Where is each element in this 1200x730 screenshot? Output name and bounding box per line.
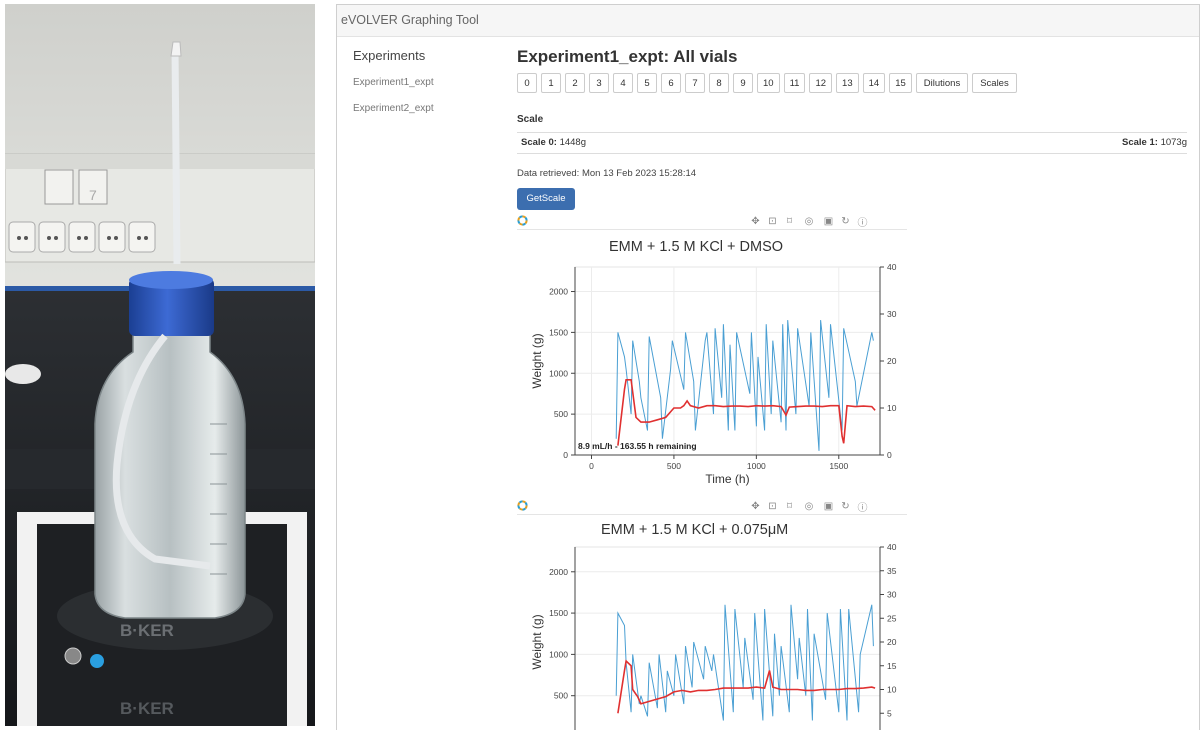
y2-tick-label: 40	[887, 262, 897, 272]
page-title: Experiment1_expt: All vials	[517, 47, 738, 66]
y-axis-label: Weight (g)	[530, 614, 544, 669]
sidebar-header: Experiments	[353, 48, 426, 63]
bottle-on-stirrer-image: 7 B·KER B·KER	[5, 4, 315, 726]
y2-tick-label: 5	[887, 708, 892, 718]
y-tick-label: 1000	[549, 368, 568, 378]
tab-vial-3[interactable]: 3	[589, 73, 609, 93]
toolbar-divider	[517, 514, 907, 515]
hover-icon[interactable]: ◎	[801, 216, 817, 227]
tab-vial-11[interactable]: 11	[783, 73, 806, 93]
y-tick-label: 1500	[549, 608, 568, 618]
tab-vial-15[interactable]: 15	[889, 73, 912, 93]
y2-tick-label: 40	[887, 542, 897, 552]
help-icon[interactable]: ⓘ	[857, 214, 868, 229]
wheel-zoom-icon[interactable]: ⌑	[784, 501, 795, 512]
app-title: eVOLVER Graphing Tool	[337, 5, 1199, 37]
y-tick-label: 500	[554, 409, 568, 419]
y-tick-label: 500	[554, 691, 568, 701]
data-retrieved-timestamp: Data retrieved: Mon 13 Feb 2023 15:28:14	[517, 168, 697, 179]
tab-vial-1[interactable]: 1	[541, 73, 561, 93]
svg-text:7: 7	[89, 187, 97, 203]
graphing-tool-window: eVOLVER Graphing Tool Experiments Experi…	[336, 4, 1200, 730]
svg-text:B·KER: B·KER	[120, 699, 174, 718]
chart1-plot[interactable]: 0 500 1000 1500 0 500 1000 1500 2000 0 10 20 30 40 Wei…	[515, 255, 915, 495]
y-tick-label: 2000	[549, 287, 568, 297]
y-tick-label: 1500	[549, 327, 568, 337]
scale0-value: 1448g	[559, 137, 586, 148]
y2-tick-label: 10	[887, 403, 897, 413]
sidebar-item-experiment2[interactable]: Experiment2_expt	[353, 103, 434, 114]
y2-tick-label: 20	[887, 637, 897, 647]
chart1-title: EMM + 1.5 M KCl + DMSO	[609, 239, 784, 255]
x-tick-label: 500	[667, 461, 681, 471]
scale-readings: Scale 0: 1448g Scale 1: 1073g	[517, 132, 1187, 154]
tab-vial-4[interactable]: 4	[613, 73, 633, 93]
chart2-title: EMM + 1.5 M KCl + 0.075μM	[601, 522, 789, 538]
chart2-toolbar: ✥ ⊡ ⌑ ◎ ▣ ↻ ⓘ	[750, 499, 868, 514]
scale0-label: Scale 0:	[521, 137, 557, 148]
scale0-reading: Scale 0: 1448g	[521, 133, 586, 153]
x-tick-label: 1500	[829, 461, 848, 471]
box-zoom-icon[interactable]: ⊡	[767, 216, 778, 227]
tab-vial-9[interactable]: 9	[733, 73, 753, 93]
scale-section-header: Scale	[517, 114, 544, 125]
tab-vial-14[interactable]: 14	[862, 73, 886, 93]
rate-annotation: 8.9 mL/h - 163.55 h remaining	[578, 441, 697, 451]
getscale-button[interactable]: GetScale	[517, 188, 575, 210]
chart1-toolbar: ✥ ⊡ ⌑ ◎ ▣ ↻ ⓘ	[750, 214, 868, 229]
scale1-value: 1073g	[1160, 137, 1187, 148]
chart2-plot[interactable]: 500 1000 1500 2000 5 10 15 20 25 30 35 40 Weight (g)…	[515, 537, 915, 730]
y2-tick-label: 35	[887, 566, 897, 576]
tab-scales[interactable]: Scales	[972, 73, 1017, 93]
x-axis-label: Time (h)	[705, 472, 749, 486]
tab-vial-8[interactable]: 8	[709, 73, 729, 93]
y-tick-label: 1000	[549, 649, 568, 659]
wheel-zoom-icon[interactable]: ⌑	[784, 216, 795, 227]
y2-tick-label: 30	[887, 590, 897, 600]
x-tick-label: 1000	[747, 461, 766, 471]
y2-tick-label: 25	[887, 613, 897, 623]
svg-text:B·KER: B·KER	[120, 621, 174, 640]
vial-tabs: 0 1 2 3 4 5 6 7 8 9 10 11 12 13 14 15 Di…	[517, 73, 1017, 93]
lab-photo: 7 B·KER B·KER	[5, 4, 315, 726]
tab-vial-7[interactable]: 7	[685, 73, 705, 93]
tab-vial-12[interactable]: 12	[809, 73, 833, 93]
y2-tick-label: 10	[887, 685, 897, 695]
help-icon[interactable]: ⓘ	[857, 499, 868, 514]
secondary-series-line	[617, 379, 876, 446]
toolbar-divider	[517, 229, 907, 230]
save-icon[interactable]: ▣	[823, 501, 834, 512]
box-zoom-icon[interactable]: ⊡	[767, 501, 778, 512]
pan-icon[interactable]: ✥	[750, 216, 761, 227]
y2-tick-label: 30	[887, 309, 897, 319]
sidebar-item-experiment1[interactable]: Experiment1_expt	[353, 77, 434, 88]
tab-vial-0[interactable]: 0	[517, 73, 537, 93]
reset-icon[interactable]: ↻	[840, 501, 851, 512]
x-tick-label: 0	[589, 461, 594, 471]
bokeh-logo-icon	[517, 500, 528, 511]
reset-icon[interactable]: ↻	[840, 216, 851, 227]
hover-icon[interactable]: ◎	[801, 501, 817, 512]
weight-series-line	[615, 320, 874, 451]
y2-tick-label: 15	[887, 661, 897, 671]
tab-dilutions[interactable]: Dilutions	[915, 73, 969, 93]
tab-vial-6[interactable]: 6	[661, 73, 681, 93]
tab-vial-5[interactable]: 5	[637, 73, 657, 93]
tab-vial-2[interactable]: 2	[565, 73, 585, 93]
y2-tick-label: 20	[887, 356, 897, 366]
tab-vial-13[interactable]: 13	[836, 73, 859, 93]
scale1-label: Scale 1:	[1122, 137, 1158, 148]
y-axis-label: Weight (g)	[530, 333, 544, 388]
weight-series-line	[615, 604, 874, 721]
pan-icon[interactable]: ✥	[750, 501, 761, 512]
save-icon[interactable]: ▣	[823, 216, 834, 227]
y-tick-label: 0	[563, 450, 568, 460]
bokeh-logo-icon	[517, 215, 528, 226]
scale1-reading: Scale 1: 1073g	[1122, 133, 1187, 153]
tab-vial-10[interactable]: 10	[757, 73, 780, 93]
y2-tick-label: 0	[887, 450, 892, 460]
y-tick-label: 2000	[549, 567, 568, 577]
